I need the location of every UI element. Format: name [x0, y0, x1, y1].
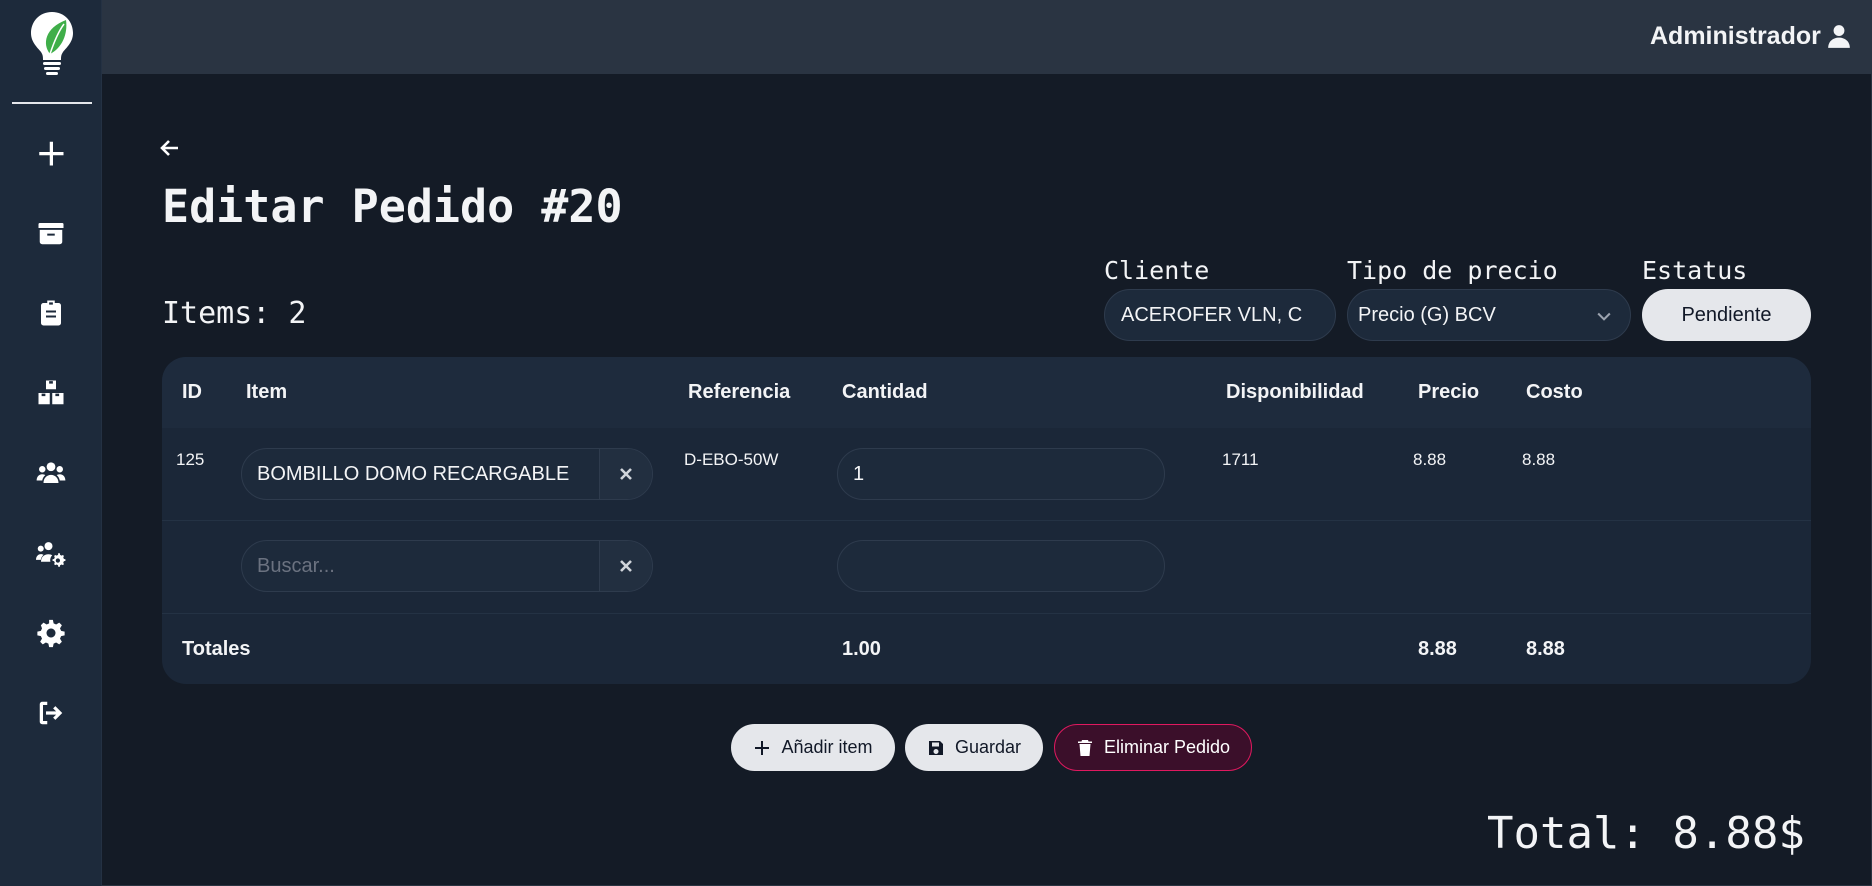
sidebar-item-inventory[interactable] — [30, 372, 72, 414]
chevron-down-icon — [1594, 306, 1614, 326]
plus-icon — [755, 740, 770, 755]
clipboard-icon — [41, 300, 61, 326]
header-cantidad: Cantidad — [842, 381, 928, 403]
items-table: ID Item Referencia Cantidad Disponibilid… — [162, 357, 1811, 684]
trash-icon — [1077, 739, 1092, 756]
header-precio: Precio — [1418, 381, 1480, 403]
items-count: Items: 2 — [162, 296, 307, 331]
add-item-label: Añadir item — [781, 737, 873, 757]
logo-bulb-leaf-icon[interactable] — [28, 10, 76, 76]
boxes-icon — [38, 380, 64, 405]
header-disponibilidad: Disponibilidad — [1226, 381, 1364, 403]
cliente-input[interactable]: ACEROFER VLN, C — [1104, 289, 1336, 341]
totals-precio: 8.88 — [1418, 638, 1457, 660]
cantidad-input[interactable]: 1 — [837, 448, 1165, 500]
row-disponibilidad: 1711 — [1222, 450, 1259, 469]
save-icon — [928, 740, 943, 755]
new-item-search-input[interactable]: Buscar... — [241, 540, 653, 592]
top-header: Administrador — [102, 0, 1872, 74]
grand-total: Total: 8.88$ — [1487, 808, 1805, 859]
row-divider — [162, 613, 1811, 614]
box-icon — [38, 223, 64, 245]
new-item-placeholder: Buscar... — [257, 554, 335, 577]
header-id: ID — [182, 381, 202, 403]
gear-icon — [37, 619, 65, 648]
header-costo: Costo — [1526, 381, 1583, 403]
new-cantidad-input[interactable] — [837, 540, 1165, 592]
totals-costo: 8.88 — [1526, 638, 1565, 660]
sidebar-item-clients[interactable] — [30, 452, 72, 494]
estatus-label: Estatus — [1642, 256, 1748, 285]
page-title: Editar Pedido #20 — [162, 180, 623, 233]
users-gear-icon — [36, 542, 66, 567]
item-value: BOMBILLO DOMO RECARGABLE — [257, 462, 570, 485]
sidebar-item-orders[interactable] — [30, 292, 72, 334]
close-icon — [620, 560, 632, 572]
sidebar-item-users-admin[interactable] — [30, 532, 72, 574]
tipo-precio-value: Precio (G) BCV — [1358, 303, 1496, 326]
row-precio: 8.88 — [1413, 450, 1447, 469]
sidebar-item-new[interactable] — [30, 132, 72, 174]
tipo-precio-select[interactable]: Precio (G) BCV — [1347, 289, 1631, 341]
row-referencia: D-EBO-50W — [684, 450, 779, 469]
header-item: Item — [246, 381, 288, 403]
sidebar — [0, 0, 102, 886]
plus-icon — [39, 141, 64, 166]
cliente-value: ACEROFER VLN, C — [1121, 303, 1303, 326]
delete-order-button[interactable]: Eliminar Pedido — [1054, 724, 1252, 771]
save-label: Guardar — [954, 737, 1022, 757]
row-costo: 8.88 — [1522, 450, 1556, 469]
user-icon[interactable] — [1826, 23, 1852, 49]
add-item-button[interactable]: Añadir item — [731, 724, 895, 771]
row-divider — [162, 520, 1811, 521]
users-icon — [36, 462, 66, 483]
totals-label: Totales — [182, 638, 251, 660]
estatus-button[interactable]: Pendiente — [1642, 289, 1811, 341]
logout-icon — [39, 701, 63, 725]
header-referencia: Referencia — [688, 381, 791, 403]
item-search-input[interactable]: BOMBILLO DOMO RECARGABLE — [241, 448, 653, 500]
save-button[interactable]: Guardar — [905, 724, 1043, 771]
cantidad-value: 1 — [853, 462, 865, 485]
sidebar-item-logout[interactable] — [30, 692, 72, 734]
close-icon — [620, 468, 632, 480]
totals-cantidad: 1.00 — [842, 638, 881, 660]
sidebar-divider — [12, 102, 92, 104]
user-name[interactable]: Administrador — [1650, 22, 1821, 51]
sidebar-item-settings[interactable] — [30, 612, 72, 654]
clear-new-item-button[interactable] — [599, 541, 652, 591]
delete-order-label: Eliminar Pedido — [1103, 737, 1231, 757]
row-id: 125 — [176, 450, 205, 469]
sidebar-item-products[interactable] — [30, 212, 72, 254]
clear-item-button[interactable] — [599, 449, 652, 499]
tipo-precio-label: Tipo de precio — [1347, 256, 1558, 285]
cliente-label: Cliente — [1104, 256, 1210, 285]
back-arrow-icon[interactable] — [158, 136, 182, 160]
